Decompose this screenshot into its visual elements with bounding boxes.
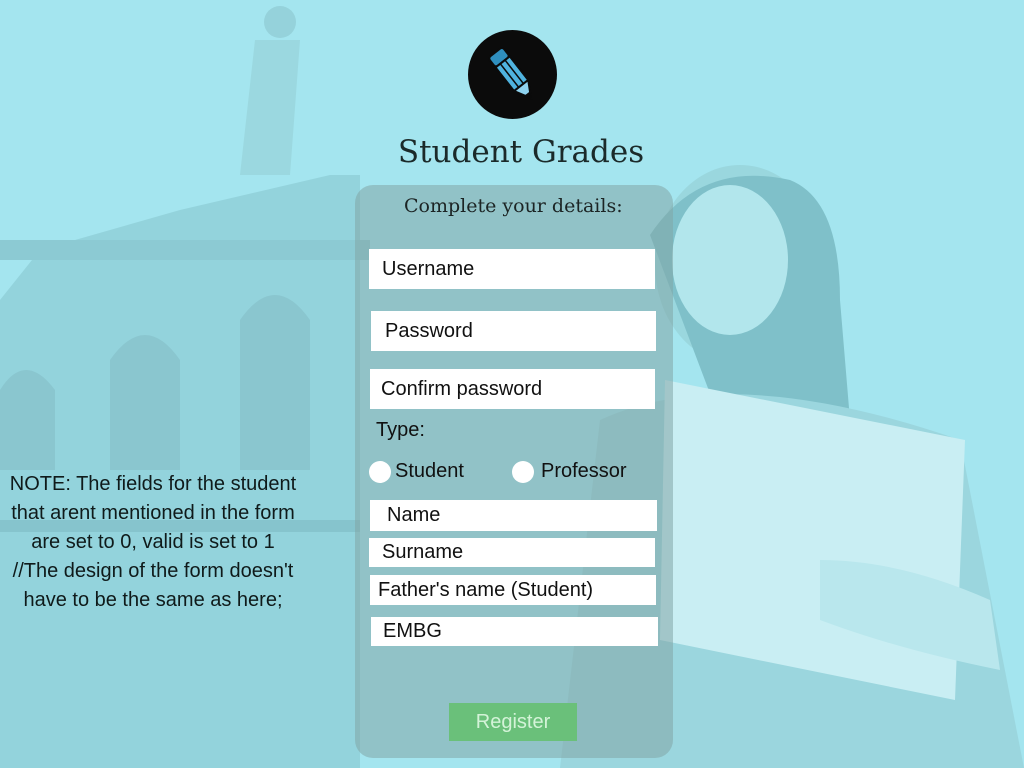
page-title: Student Grades xyxy=(397,134,645,170)
note-paragraph-1: NOTE: The fields for the student that ar… xyxy=(9,473,297,553)
name-field[interactable]: Name xyxy=(370,500,657,531)
register-button[interactable]: Register xyxy=(449,703,577,741)
form-subtitle: Complete your details: xyxy=(404,195,623,217)
student-radio[interactable] xyxy=(369,461,391,483)
confirm-password-field[interactable]: Confirm password xyxy=(370,369,655,409)
username-field[interactable]: Username xyxy=(369,249,655,289)
password-field[interactable]: Password xyxy=(371,311,656,351)
pencil-icon xyxy=(488,47,533,100)
note-text: NOTE: The fields for the student that ar… xyxy=(8,470,298,615)
fathers-name-field[interactable]: Father's name (Student) xyxy=(370,575,656,605)
student-radio-label[interactable]: Student xyxy=(395,460,464,483)
professor-radio-label[interactable]: Professor xyxy=(541,460,627,483)
type-label: Type: xyxy=(376,419,425,441)
professor-radio[interactable] xyxy=(512,461,534,483)
embg-field[interactable]: EMBG xyxy=(371,617,658,646)
note-paragraph-2: //The design of the form doesn't have to… xyxy=(12,560,294,611)
logo-badge xyxy=(468,30,557,119)
surname-field[interactable]: Surname xyxy=(369,538,655,567)
